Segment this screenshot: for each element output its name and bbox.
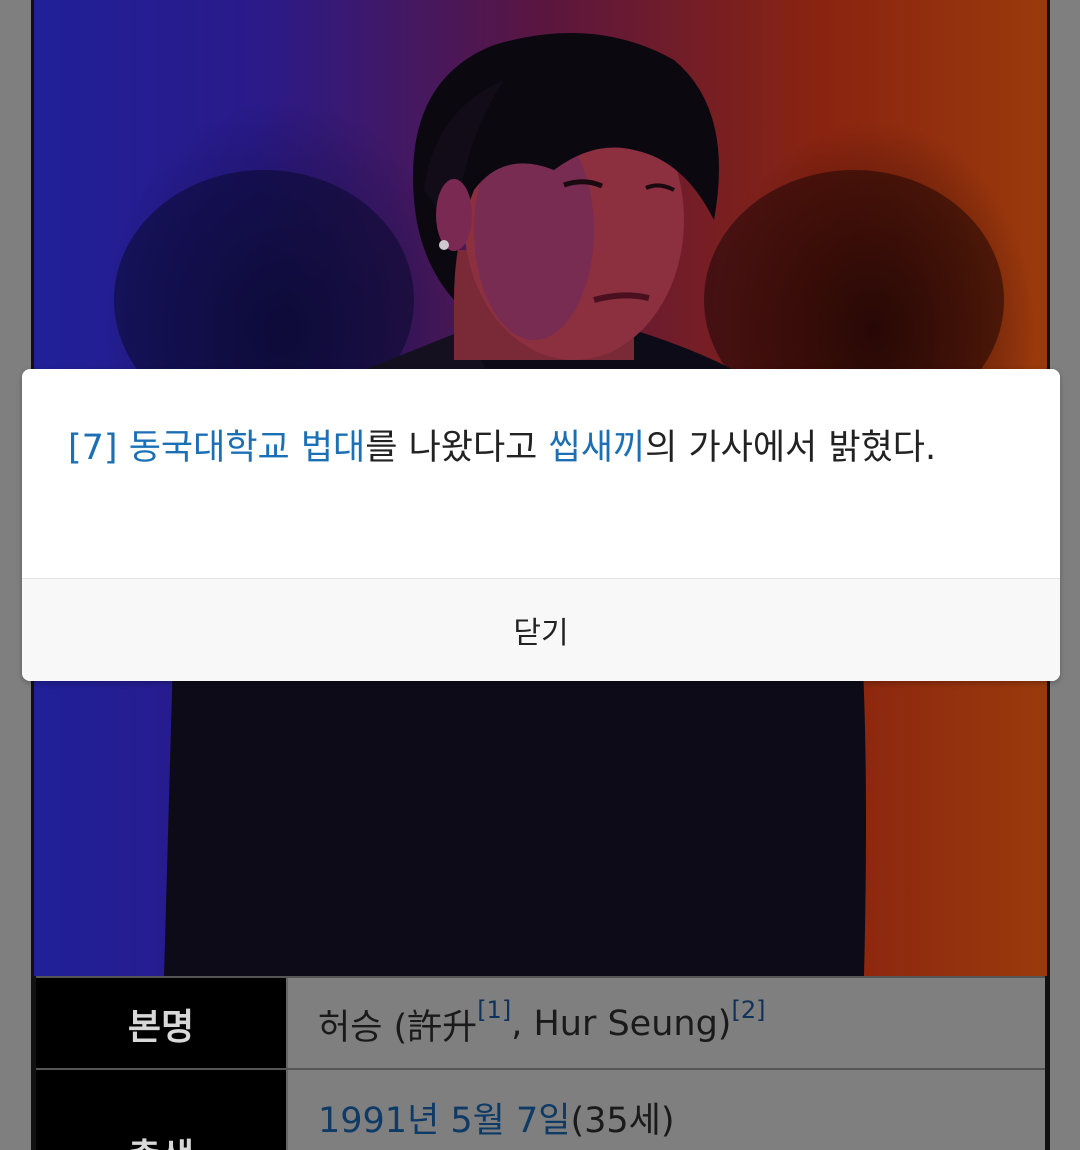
real-name-romanized: , Hur Seung) [511, 1004, 732, 1044]
footnote-content: [7] 동국대학교 법대를 나왔다고 씹새끼의 가사에서 밝혔다. [22, 369, 1060, 578]
infobox-label: 출생 [36, 1070, 286, 1150]
close-button[interactable]: 닫기 [483, 598, 598, 662]
song-link[interactable]: 씹새끼 [549, 428, 646, 468]
label-real-name: 본명 [127, 1007, 195, 1048]
infobox-row-birth: 출생 1991년 5월 7일 (35세) [36, 1068, 1045, 1150]
footnote-ref-link[interactable]: [7] [68, 428, 118, 468]
infobox-value: 1991년 5월 7일 (35세) [286, 1070, 1045, 1150]
birth-date-link[interactable]: 1991년 5월 7일 [318, 1092, 570, 1143]
infobox-table: 본명 허승 (許升[1], Hur Seung)[2] 출생 1991년 5월 … [36, 976, 1045, 1150]
school-link[interactable]: 동국대학교 법대 [129, 428, 366, 468]
footnote-text-2: 의 가사에서 밝혔다. [645, 428, 937, 468]
infobox-label: 본명 [36, 978, 286, 1070]
footnote-ref-2[interactable]: [2] [731, 996, 765, 1024]
page: 본명 허승 (許升[1], Hur Seung)[2] 출생 1991년 5월 … [0, 0, 1080, 1150]
dialog-footer: 닫기 [22, 579, 1060, 681]
age-text: (35세) [570, 1101, 675, 1141]
infobox-value: 허승 (許升 [1], Hur Seung) [2] [286, 978, 1045, 1070]
real-name-text: 허승 (許升 [318, 1007, 478, 1048]
footnote-ref-1[interactable]: [1] [477, 996, 511, 1024]
label-birth: 출생 [128, 1128, 194, 1150]
footnote-dialog: [7] 동국대학교 법대를 나왔다고 씹새끼의 가사에서 밝혔다. 닫기 [22, 369, 1060, 681]
footnote-text-1: 를 나왔다고 [365, 428, 549, 468]
infobox-row-real-name: 본명 허승 (許升 [1], Hur Seung) [2] [36, 976, 1045, 1070]
